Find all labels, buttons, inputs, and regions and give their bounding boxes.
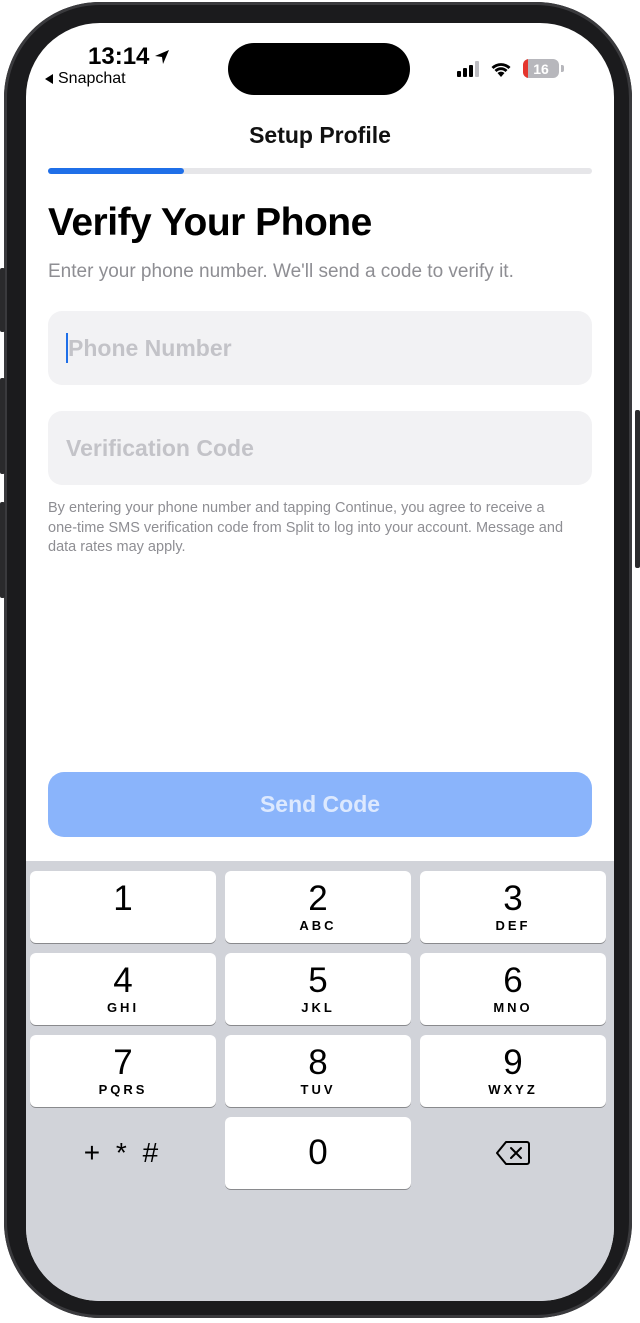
battery-level: 16 (533, 60, 549, 77)
key-6[interactable]: 6 MNO (420, 953, 606, 1025)
cellular-signal-icon (457, 60, 479, 77)
key-8[interactable]: 8 TUV (225, 1035, 411, 1107)
action-button (0, 268, 5, 332)
disclaimer-text: By entering your phone number and tappin… (48, 500, 564, 555)
key-symbols[interactable]: + * # (30, 1117, 216, 1189)
phone-number-field[interactable]: Phone Number (48, 311, 592, 385)
key-letters: DEF (495, 918, 531, 933)
key-digit: 8 (308, 1043, 328, 1082)
key-digit: 3 (503, 879, 523, 918)
key-letters: TUV (300, 1082, 336, 1097)
status-icons: 16 (457, 59, 564, 78)
key-3[interactable]: 3 DEF (420, 871, 606, 943)
key-letters: ABC (299, 918, 337, 933)
key-digit: 1 (113, 879, 133, 918)
page-title: Setup Profile (249, 122, 391, 148)
key-4[interactable]: 4 GHI (30, 953, 216, 1025)
volume-up-button (0, 378, 5, 474)
key-letters: PQRS (98, 1082, 148, 1097)
key-7[interactable]: 7 PQRS (30, 1035, 216, 1107)
back-to-app-link[interactable]: Snapchat (44, 70, 126, 88)
key-digit: 7 (113, 1043, 133, 1082)
screen: 13:14 Snapchat 16 Setup Profile Verify Y… (26, 23, 614, 1301)
progress-fill (48, 168, 184, 174)
volume-down-button (0, 502, 5, 598)
key-digit: 0 (308, 1133, 328, 1172)
verification-code-field[interactable]: Verification Code (48, 411, 592, 485)
heading: Verify Your Phone (48, 201, 372, 244)
send-code-button[interactable]: Send Code (48, 772, 592, 837)
key-digit: 2 (308, 879, 328, 918)
power-button (635, 410, 640, 568)
key-digit: 9 (503, 1043, 523, 1082)
key-digit: 4 (113, 961, 133, 1000)
key-5[interactable]: 5 JKL (225, 953, 411, 1025)
location-arrow-icon (155, 50, 170, 64)
progress-bar (48, 168, 592, 174)
key-2[interactable]: 2 ABC (225, 871, 411, 943)
key-digit: 5 (308, 961, 328, 1000)
key-9[interactable]: 9 WXYZ (420, 1035, 606, 1107)
key-letters: GHI (106, 1000, 140, 1015)
key-0[interactable]: 0 (225, 1117, 411, 1189)
back-triangle-icon (45, 74, 53, 84)
symbols-label: + * # (83, 1137, 163, 1168)
battery-icon: 16 (523, 59, 559, 78)
battery-tip (561, 65, 564, 72)
back-app-label: Snapchat (58, 70, 126, 87)
key-1[interactable]: 1 (30, 871, 216, 943)
status-time: 13:14 (88, 43, 171, 71)
subtext: Enter your phone number. We'll send a co… (48, 261, 514, 282)
numeric-keypad: 1 2 ABC 3 DEF 4 GHI 5 JKL 6 MNO 7 PQRS 8 (26, 861, 614, 1301)
wifi-icon (491, 62, 511, 77)
backspace-icon (496, 1141, 530, 1165)
key-letters: JKL (301, 1000, 335, 1015)
verification-code-placeholder: Verification Code (66, 434, 254, 461)
dynamic-island (228, 43, 410, 95)
time-text: 13:14 (88, 43, 150, 70)
key-letters: MNO (493, 1000, 533, 1015)
key-letters: WXYZ (488, 1082, 538, 1097)
key-digit: 6 (503, 961, 523, 1000)
key-delete[interactable] (420, 1117, 606, 1189)
phone-number-placeholder: Phone Number (68, 334, 232, 361)
